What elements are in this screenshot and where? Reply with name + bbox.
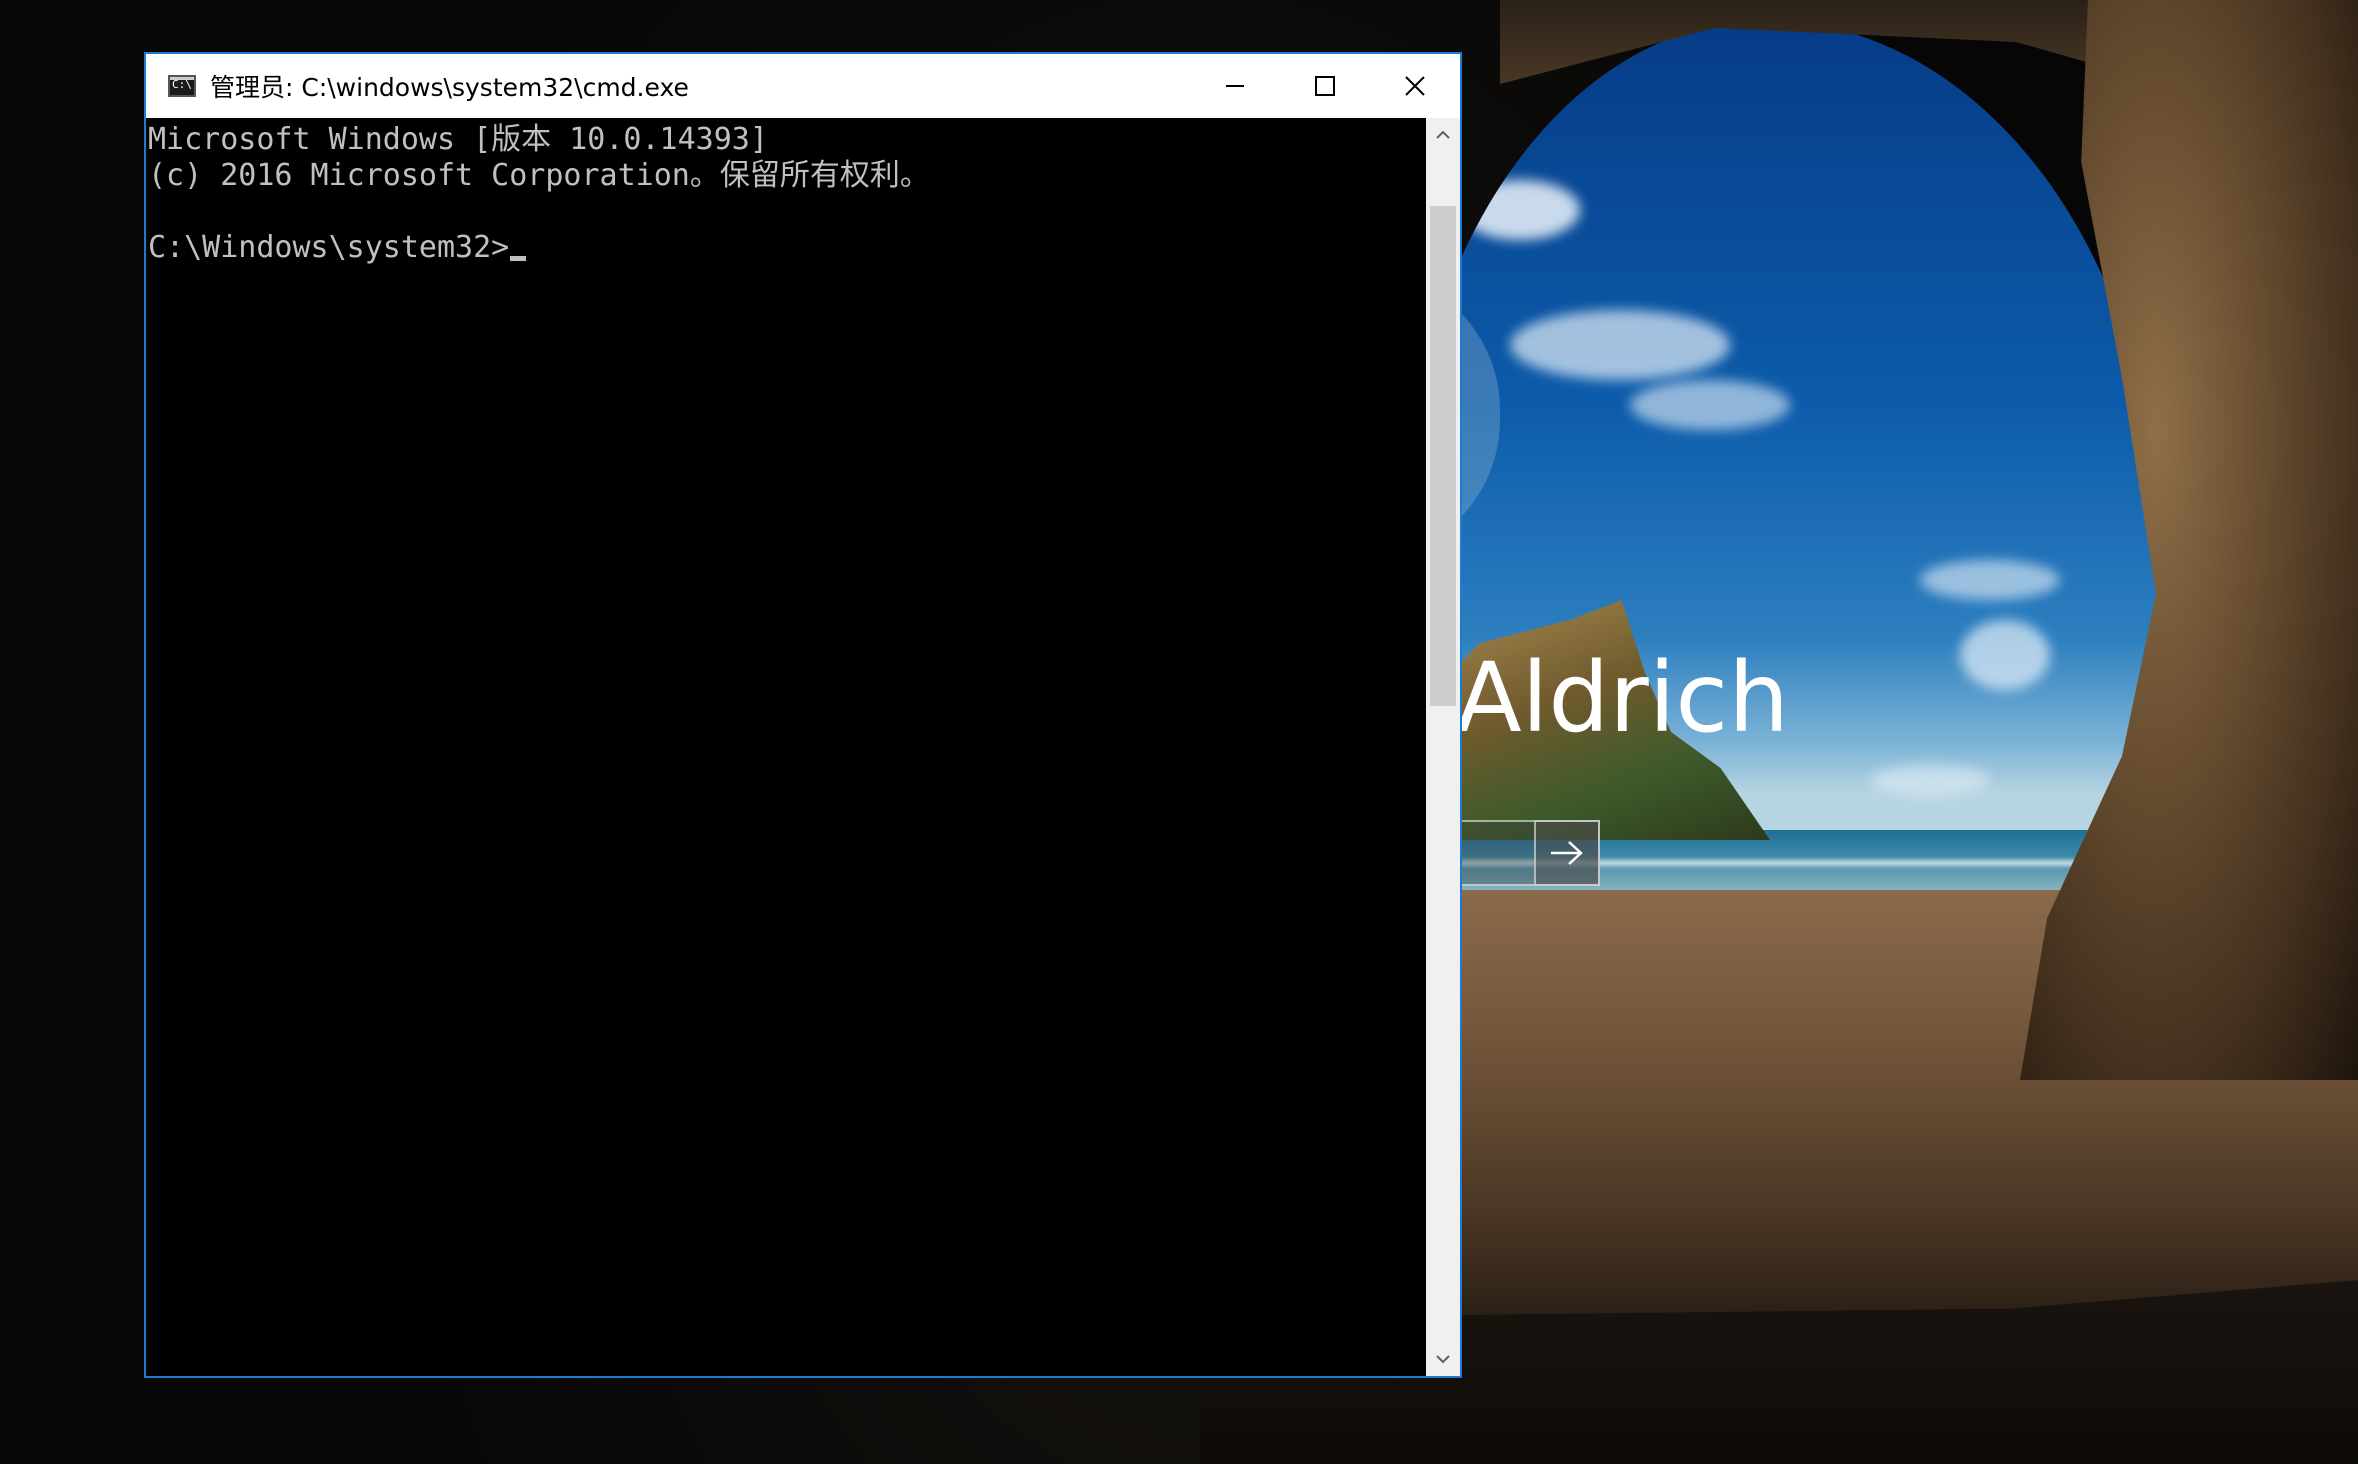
login-user-name: Aldrich bbox=[1456, 642, 1790, 754]
console-output[interactable]: Microsoft Windows [版本 10.0.14393] (c) 201… bbox=[146, 118, 1426, 1376]
console-prompt: C:\Windows\system32> bbox=[148, 230, 510, 265]
console-line: (c) 2016 Microsoft Corporation。保留所有权利。 bbox=[148, 158, 930, 193]
text-cursor bbox=[510, 256, 527, 261]
close-icon bbox=[1405, 76, 1425, 96]
cloud bbox=[1870, 765, 1990, 795]
scroll-thumb[interactable] bbox=[1430, 206, 1456, 706]
minimize-icon bbox=[1226, 85, 1244, 87]
cloud bbox=[1630, 380, 1790, 430]
console-prompt-line[interactable]: C:\Windows\system32> bbox=[148, 230, 1426, 266]
submit-button[interactable] bbox=[1534, 820, 1600, 886]
scroll-up-button[interactable] bbox=[1426, 118, 1460, 152]
console-line: Microsoft Windows [版本 10.0.14393] bbox=[148, 122, 768, 157]
cmd-app-icon[interactable] bbox=[168, 75, 196, 97]
chevron-down-icon bbox=[1436, 1355, 1450, 1364]
window-title: 管理员: C:\windows\system32\cmd.exe bbox=[210, 73, 689, 102]
vertical-scrollbar[interactable] bbox=[1426, 118, 1460, 1376]
minimize-button[interactable] bbox=[1190, 54, 1280, 118]
close-button[interactable] bbox=[1370, 54, 1460, 118]
maximize-icon bbox=[1315, 76, 1335, 96]
cmd-window[interactable]: 管理员: C:\windows\system32\cmd.exe Microso… bbox=[144, 52, 1462, 1378]
scroll-down-button[interactable] bbox=[1426, 1342, 1460, 1376]
chevron-up-icon bbox=[1436, 130, 1450, 139]
cloud bbox=[1920, 560, 2060, 600]
window-titlebar[interactable]: 管理员: C:\windows\system32\cmd.exe bbox=[146, 54, 1460, 118]
maximize-button[interactable] bbox=[1280, 54, 1370, 118]
window-controls bbox=[1190, 54, 1460, 118]
cloud bbox=[1460, 180, 1580, 240]
arrow-right-icon bbox=[1551, 841, 1583, 865]
cloud bbox=[1960, 620, 2050, 690]
cloud bbox=[1510, 310, 1730, 380]
